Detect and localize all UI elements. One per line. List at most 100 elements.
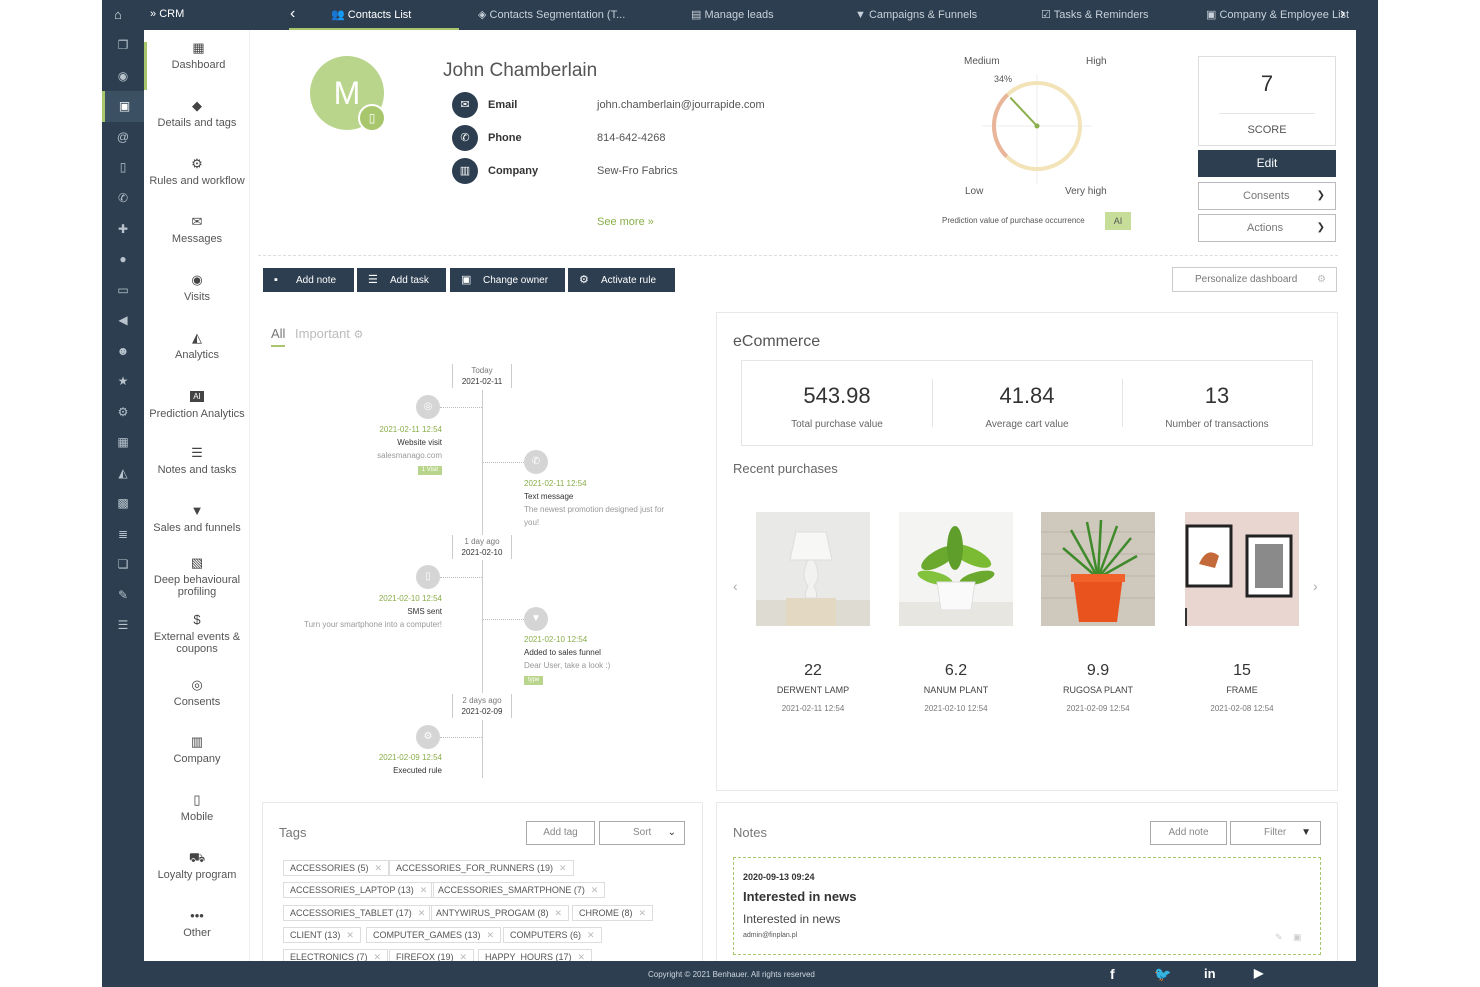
nav-deep-profiling[interactable]: ▧ Deep behavioural profiling xyxy=(144,556,250,598)
sort-dropdown[interactable]: Sort ⌄ xyxy=(599,821,685,845)
remove-icon[interactable]: ✕ xyxy=(418,908,426,918)
timeline-event[interactable]: 2021-02-10 12:54 Added to sales funnel D… xyxy=(524,633,724,685)
change-owner-button[interactable]: ▣ Change owner xyxy=(450,268,565,292)
see-more-link[interactable]: See more » xyxy=(597,216,654,228)
tab-important[interactable]: Important ⚙ xyxy=(295,326,363,341)
remove-icon[interactable]: ✕ xyxy=(375,863,383,873)
nav-visits[interactable]: ◉ Visits xyxy=(144,273,250,303)
remove-icon[interactable]: ✕ xyxy=(639,908,647,918)
gears-icon[interactable]: ⚙ xyxy=(102,397,144,428)
nav-company[interactable]: ▥ Company xyxy=(144,735,250,765)
tag-chip[interactable]: COMPUTERS (6) ✕ xyxy=(503,927,602,943)
personalize-dashboard-button[interactable]: Personalize dashboard ⚙ xyxy=(1172,267,1337,292)
tag-chip[interactable]: ACCESSORIES_LAPTOP (13) ✕ xyxy=(283,882,435,898)
nav-sales-funnels[interactable]: ▼ Sales and funnels xyxy=(144,504,250,534)
remove-icon[interactable]: ✕ xyxy=(555,908,563,918)
trash-icon[interactable]: ▣ xyxy=(1293,932,1302,943)
laptop-icon[interactable]: ▭ xyxy=(102,275,144,306)
calendar-icon[interactable]: ▩ xyxy=(102,488,144,519)
tag-chip[interactable]: ACCESSORIES (5) ✕ xyxy=(283,860,390,876)
edit-icon[interactable]: ✎ xyxy=(1275,932,1283,943)
filter-button[interactable]: Filter ▼ xyxy=(1230,821,1321,845)
star-icon[interactable]: ★ xyxy=(102,366,144,397)
mobile-icon[interactable]: ▯ xyxy=(102,152,144,183)
nav-messages[interactable]: ✉ Messages xyxy=(144,215,250,245)
actions-dropdown[interactable]: Actions ❯ xyxy=(1198,214,1336,242)
tabs-forward-icon[interactable]: › xyxy=(1340,5,1345,23)
nav-mobile[interactable]: ▯ Mobile xyxy=(144,793,250,823)
tag-chip[interactable]: ACCESSORIES_FOR_RUNNERS (19) ✕ xyxy=(389,860,574,876)
mobile-icon[interactable]: ▯ xyxy=(416,565,440,589)
carousel-next-icon[interactable]: › xyxy=(1313,578,1318,594)
tab-company-employee[interactable]: ▣ Company & Employee List xyxy=(1206,0,1349,30)
wrench-icon[interactable]: ✎ xyxy=(102,580,144,611)
remove-icon[interactable]: ✕ xyxy=(559,863,567,873)
remove-icon[interactable]: ✕ xyxy=(420,885,428,895)
note-card[interactable]: 2020-09-13 09:24 Interested in news Inte… xyxy=(733,857,1321,955)
remove-icon[interactable]: ✕ xyxy=(346,930,354,940)
facebook-icon[interactable]: f xyxy=(1110,966,1115,982)
add-task-button[interactable]: ☰ Add task xyxy=(357,268,446,292)
edit-button[interactable]: Edit xyxy=(1198,150,1336,177)
nav-rules-workflow[interactable]: ⚙ Rules and workflow xyxy=(144,157,250,187)
eye-icon[interactable]: ◉ xyxy=(102,61,144,92)
users-icon[interactable]: ☻ xyxy=(102,336,144,367)
nav-prediction-analytics[interactable]: AI Prediction Analytics xyxy=(144,389,250,420)
tab-tasks-reminders[interactable]: ☑ Tasks & Reminders xyxy=(1041,0,1149,30)
tab-campaigns-funnels[interactable]: ▼ Campaigns & Funnels xyxy=(855,0,977,30)
crm-menu[interactable]: » CRM xyxy=(150,8,184,20)
nav-loyalty[interactable]: ⛟ Loyalty program xyxy=(144,851,250,881)
files-icon[interactable]: ❏ xyxy=(102,549,144,580)
remove-icon[interactable]: ✕ xyxy=(487,930,495,940)
gear-icon[interactable]: ⚙ xyxy=(416,725,440,749)
tab-manage-leads[interactable]: ▤ Manage leads xyxy=(691,0,774,30)
phone-icon[interactable]: ✆ xyxy=(524,450,548,474)
product-card[interactable]: 22 DERWENT LAMP 2021-02-11 12:54 xyxy=(756,512,870,713)
tag-chip[interactable]: ACCESSORIES_SMARTPHONE (7) ✕ xyxy=(431,882,606,898)
nav-analytics[interactable]: ◭ Analytics xyxy=(144,331,250,361)
contact-card-icon[interactable]: ▣ xyxy=(102,91,144,122)
product-card[interactable]: 6.2 NANUM PLANT 2021-02-10 12:54 xyxy=(899,512,1013,713)
database-icon[interactable]: ≣ xyxy=(102,519,144,550)
tag-chip[interactable]: ACCESSORIES_TABLET (17) ✕ xyxy=(283,905,433,921)
add-tag-button[interactable]: Add tag xyxy=(526,821,595,845)
home-icon[interactable]: ⌂ xyxy=(114,7,122,22)
tag-chip[interactable]: ANTYWIRUS_PROGAM (8) ✕ xyxy=(429,905,570,921)
nav-notes-tasks[interactable]: ☰ Notes and tasks xyxy=(144,446,250,476)
nav-consents[interactable]: ◎ Consents xyxy=(144,678,250,708)
tag-chip[interactable]: CLIENT (13) ✕ xyxy=(283,927,361,943)
nav-other[interactable]: ••• Other xyxy=(144,909,250,939)
tab-contacts-list[interactable]: 👥 Contacts List xyxy=(289,0,459,30)
product-card[interactable]: 9.9 RUGOSA PLANT 2021-02-09 12:54 xyxy=(1041,512,1155,713)
company-value[interactable]: Sew-Fro Fabrics xyxy=(597,165,678,177)
add-user-icon[interactable]: ✚ xyxy=(102,214,144,245)
tag-chip[interactable]: COMPUTER_GAMES (13) ✕ xyxy=(366,927,502,943)
sliders-icon[interactable]: ☰ xyxy=(102,610,144,641)
copy-icon[interactable]: ❐ xyxy=(102,30,144,61)
tag-chip[interactable]: CHROME (8) ✕ xyxy=(572,905,654,921)
tab-contacts-segmentation[interactable]: ◈ Contacts Segmentation (T... xyxy=(478,0,625,30)
email-value[interactable]: john.chamberlain@jourrapide.com xyxy=(597,99,765,111)
add-note-button[interactable]: ▪ Add note xyxy=(263,268,354,292)
remove-icon[interactable]: ✕ xyxy=(591,885,599,895)
add-note-panel-button[interactable]: Add note xyxy=(1150,821,1227,845)
product-card[interactable]: 15 FRAME 2021-02-08 12:54 xyxy=(1185,512,1299,713)
consents-dropdown[interactable]: Consents ❯ xyxy=(1198,182,1336,210)
phone-value[interactable]: 814-642-4268 xyxy=(597,132,666,144)
nav-external-events[interactable]: $ External events & coupons xyxy=(144,613,250,655)
activate-rule-button[interactable]: ⚙ Activate rule xyxy=(568,268,675,292)
timeline-event[interactable]: 2021-02-10 12:54 SMS sent Turn your smar… xyxy=(242,592,442,631)
megaphone-icon[interactable]: ◀ xyxy=(102,305,144,336)
nav-dashboard[interactable]: ▦ Dashboard xyxy=(144,41,250,90)
at-icon[interactable]: @ xyxy=(102,122,144,153)
timeline-event[interactable]: 2021-02-11 12:54 Text message The newest… xyxy=(524,477,724,529)
funnel-icon[interactable]: ▼ xyxy=(524,607,548,631)
remove-icon[interactable]: ✕ xyxy=(587,930,595,940)
carousel-prev-icon[interactable]: ‹ xyxy=(733,578,738,594)
linkedin-icon[interactable]: in xyxy=(1204,966,1216,981)
phone-icon[interactable]: ✆ xyxy=(102,183,144,214)
area-chart-icon[interactable]: ◭ xyxy=(102,458,144,489)
compass-icon[interactable]: ◎ xyxy=(416,395,440,419)
timeline-event[interactable]: 2021-02-09 12:54 Executed rule xyxy=(242,751,442,777)
chat-icon[interactable]: ● xyxy=(102,244,144,275)
